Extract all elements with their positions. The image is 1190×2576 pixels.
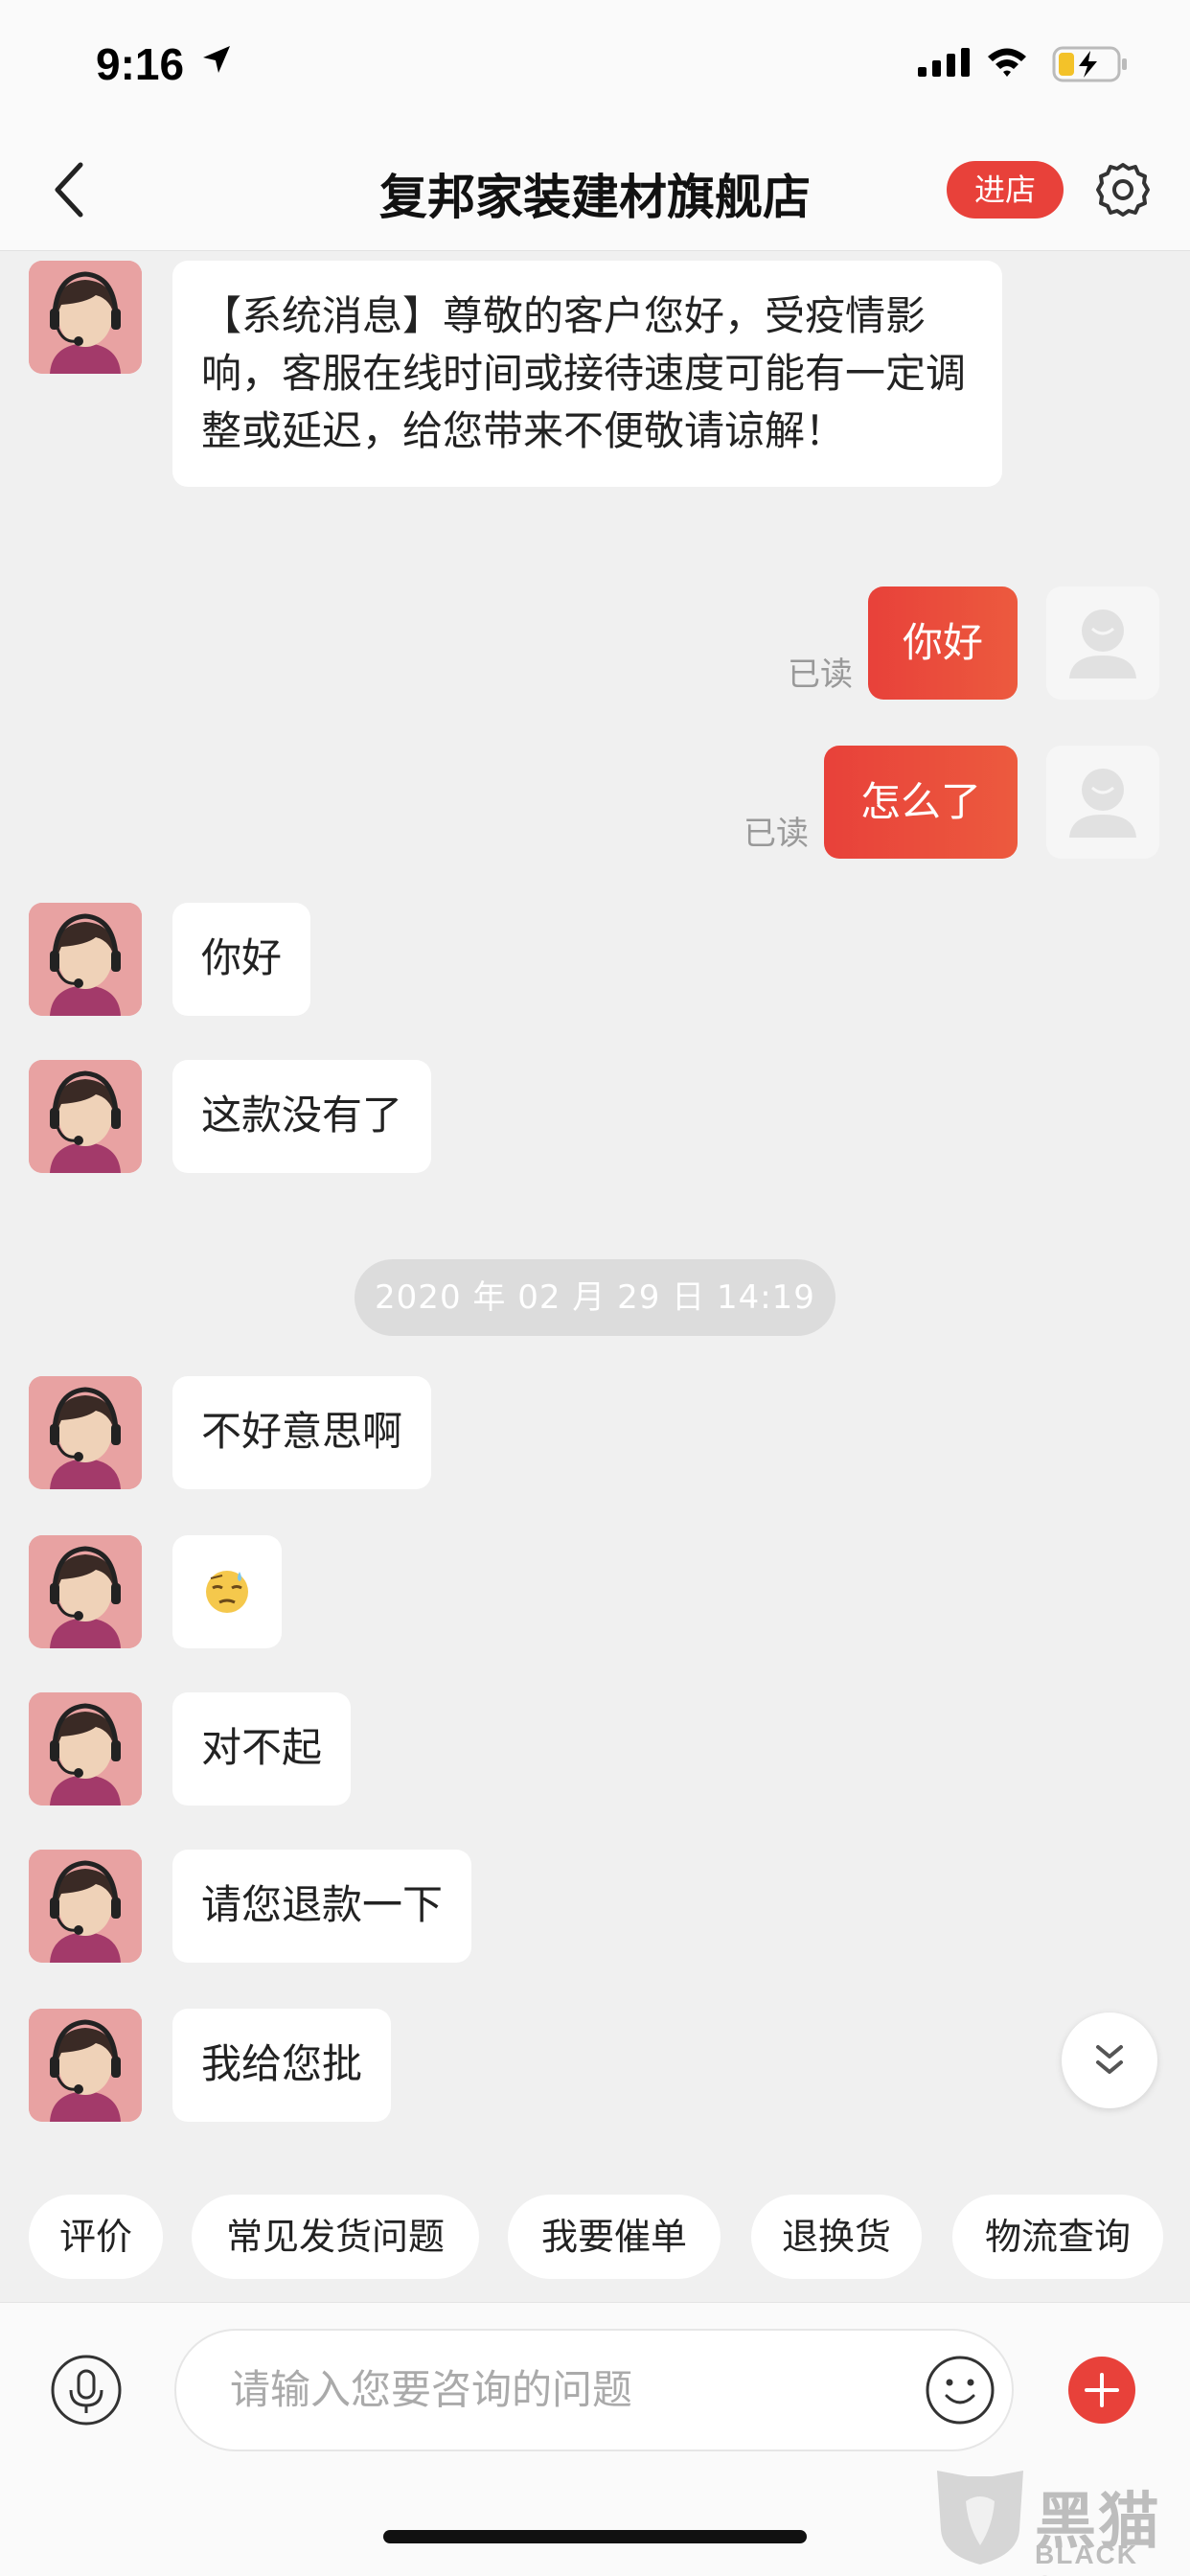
message-input[interactable]: 请输入您要咨询的问题 — [174, 2329, 1014, 2451]
watermark-subtext: BLACK CAT — [1035, 2540, 1138, 2576]
message-bubble-emoji — [172, 1535, 282, 1648]
microphone-icon[interactable] — [50, 2354, 123, 2426]
quick-reply-logistics[interactable]: 物流查询 — [952, 2195, 1163, 2279]
shop-avatar[interactable] — [29, 1535, 142, 1648]
read-status: 已读 — [744, 815, 809, 853]
location-arrow-icon — [203, 46, 230, 73]
agent-avatar-image — [29, 1692, 142, 1806]
top-bar: 9:16 复邦家装建材旗舰店 进店 — [0, 0, 1190, 251]
status-time: 9:16 — [96, 39, 185, 89]
message-bubble-shop: 请您退款一下 — [172, 1850, 472, 1963]
message-timestamp: 2020 年 02 月 29 日 14:19 — [355, 1259, 835, 1336]
shop-avatar[interactable] — [29, 1376, 142, 1489]
chevron-double-down-icon — [1096, 2045, 1123, 2074]
wifi-icon — [988, 48, 1026, 77]
battery-charging-icon — [1052, 46, 1127, 82]
quick-reply-return-exchange[interactable]: 退换货 — [751, 2195, 922, 2279]
user-avatar-image — [1046, 746, 1159, 859]
message-bubble-me: 你好 — [868, 586, 1018, 700]
shop-avatar[interactable] — [29, 261, 142, 374]
shop-avatar[interactable] — [29, 2009, 142, 2122]
shop-avatar[interactable] — [29, 1692, 142, 1806]
read-status: 已读 — [788, 656, 853, 694]
user-avatar-image — [1046, 586, 1159, 700]
agent-avatar-image — [29, 903, 142, 1016]
black-cat-watermark-logo — [937, 2471, 1023, 2564]
enter-store-button[interactable]: 进店 — [947, 161, 1064, 218]
gear-icon[interactable] — [1092, 159, 1154, 220]
agent-avatar-image — [29, 1060, 142, 1173]
smile-icon[interactable] — [924, 2354, 996, 2426]
scroll-to-bottom-button[interactable] — [1062, 2012, 1157, 2108]
shop-avatar[interactable] — [29, 1850, 142, 1963]
agent-avatar-image — [29, 1850, 142, 1963]
message-bubble-shop: 你好 — [172, 903, 311, 1016]
agent-avatar-image — [29, 1535, 142, 1648]
sweat-emoji-icon — [206, 1571, 248, 1613]
agent-avatar-image — [29, 2009, 142, 2122]
message-bubble-shop: 不好意思啊 — [172, 1376, 432, 1489]
home-indicator[interactable] — [383, 2530, 807, 2543]
agent-avatar-image — [29, 1376, 142, 1489]
message-bubble-system: 【系统消息】尊敬的客户您好，受疫情影响，客服在线时间或接待速度可能有一定调整或延… — [172, 261, 1002, 487]
quick-reply-shipping-faq[interactable]: 常见发货问题 — [192, 2195, 479, 2279]
quick-reply-review[interactable]: 评价 — [29, 2195, 163, 2279]
user-avatar[interactable] — [1046, 586, 1159, 700]
quick-reply-urge-order[interactable]: 我要催单 — [508, 2195, 721, 2279]
shop-avatar[interactable] — [29, 903, 142, 1016]
user-avatar[interactable] — [1046, 746, 1159, 859]
shop-avatar[interactable] — [29, 1060, 142, 1173]
message-bubble-shop: 我给您批 — [172, 2009, 392, 2122]
signal-icon — [918, 48, 970, 77]
agent-avatar-image — [29, 261, 142, 374]
message-bubble-me: 怎么了 — [824, 746, 1018, 859]
message-bubble-shop: 对不起 — [172, 1692, 352, 1806]
plus-icon[interactable] — [1067, 2356, 1136, 2425]
message-bubble-shop: 这款没有了 — [172, 1060, 432, 1173]
